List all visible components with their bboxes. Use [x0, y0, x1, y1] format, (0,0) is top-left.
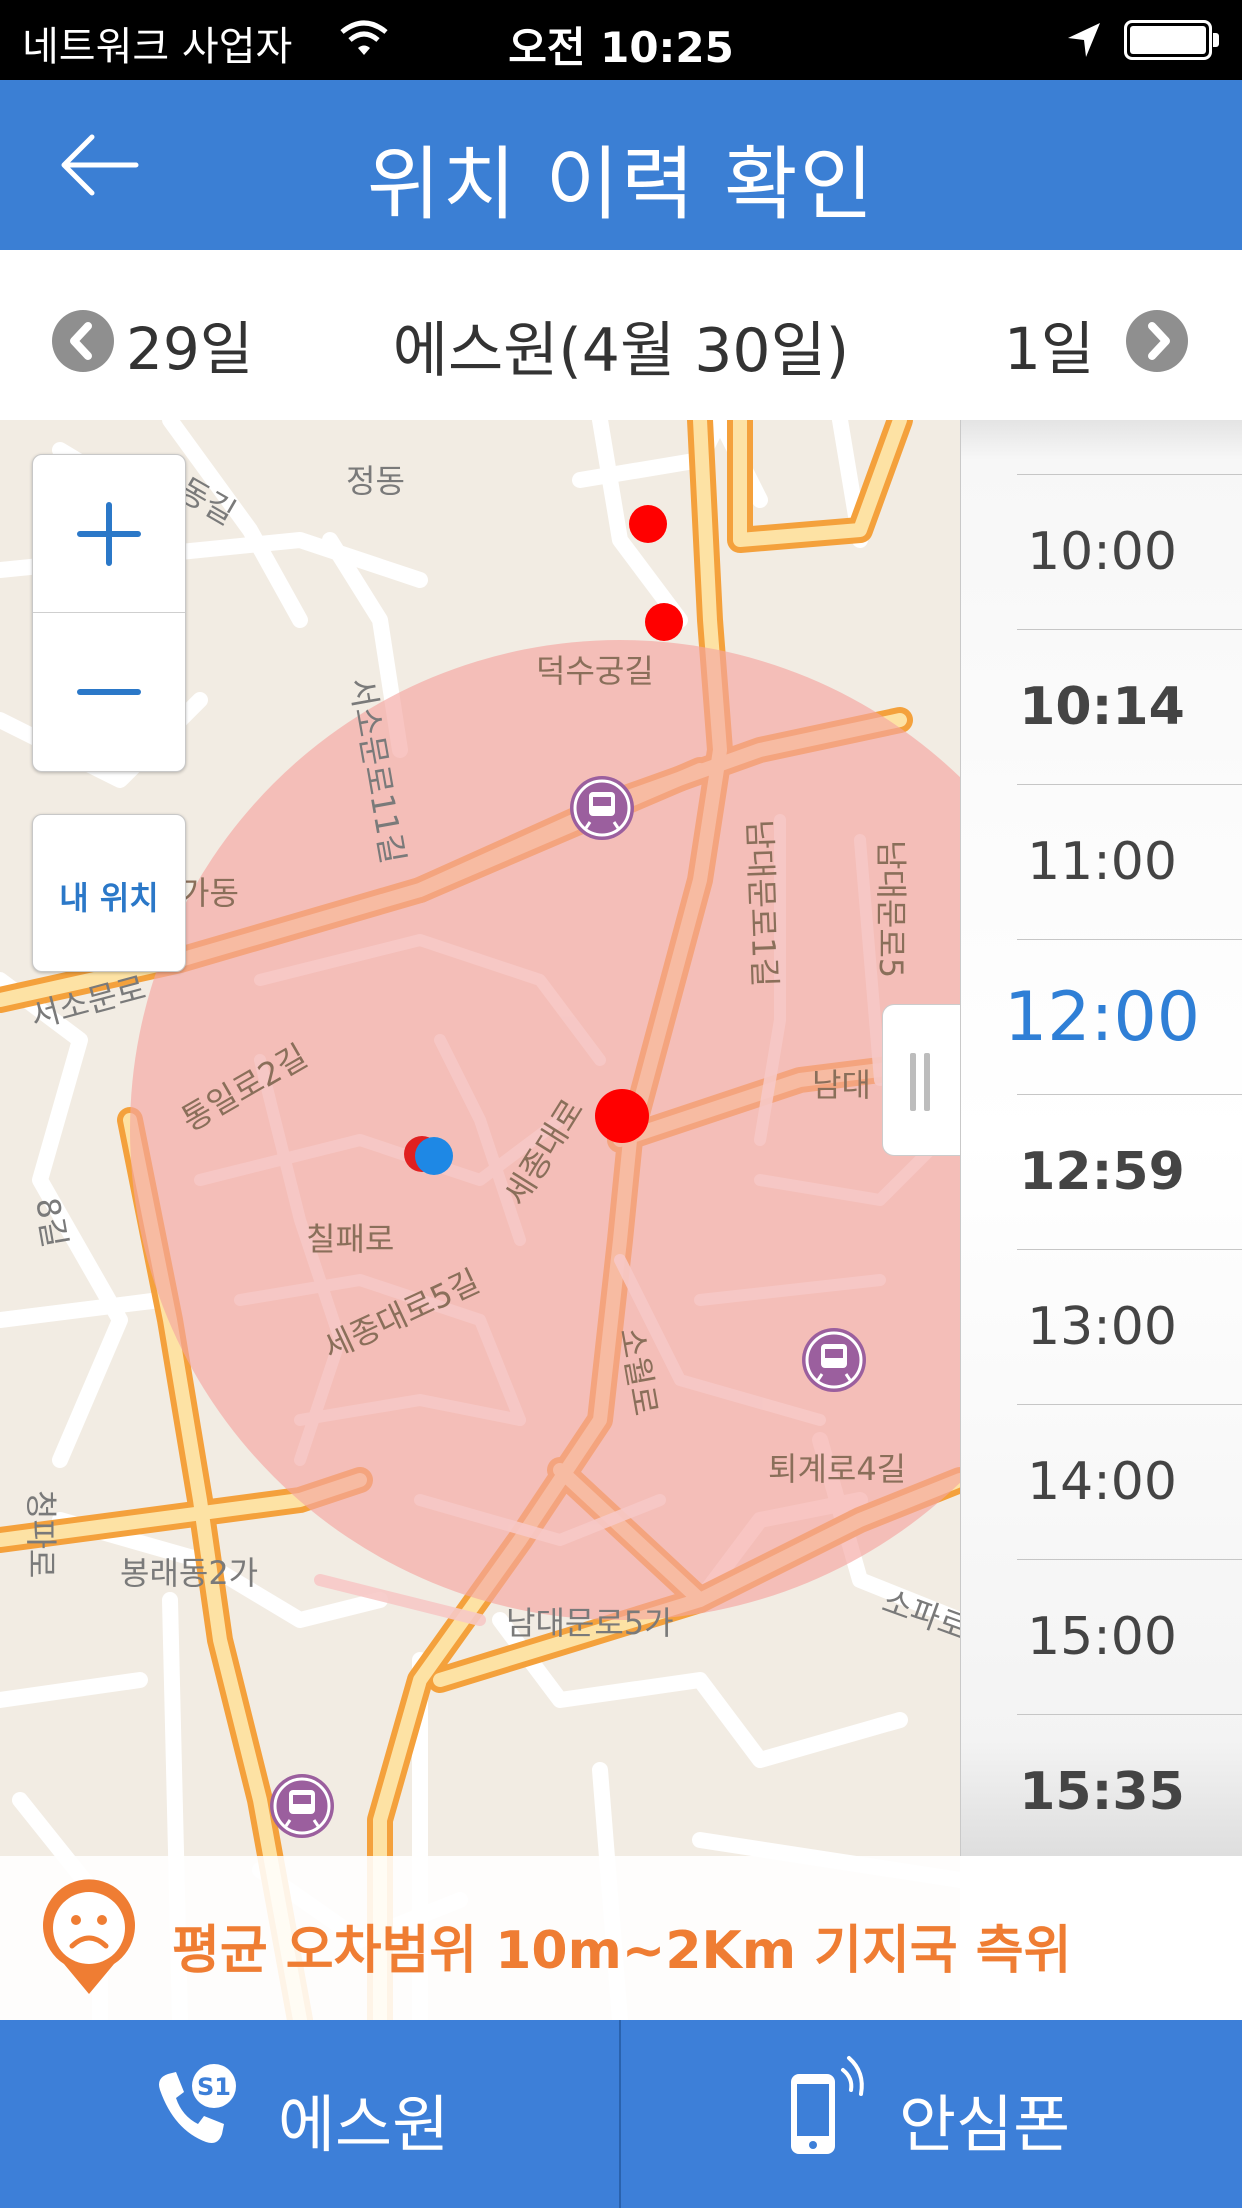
- tab-s1-label: 에스원: [278, 2088, 450, 2161]
- phone-s1-icon: S1: [159, 2064, 236, 2143]
- status-bar: 네트워크 사업자 오전 10:25: [0, 0, 1242, 80]
- grip-line: [910, 1053, 916, 1111]
- accuracy-banner: 평균 오차범위 10m~2Km 기지국 측위: [0, 1856, 1242, 2020]
- time-item[interactable]: 10:14: [961, 630, 1242, 785]
- tab-safe-phone-label: 안심폰: [899, 2088, 1071, 2161]
- battery-icon: [1124, 20, 1219, 60]
- time-item-selected[interactable]: 12:00: [961, 940, 1242, 1095]
- map-label: 남대: [812, 1066, 871, 1104]
- zoom-in-button[interactable]: [33, 455, 185, 613]
- tab-s1[interactable]: S1 에스원: [0, 2020, 620, 2208]
- panel-drag-handle[interactable]: [882, 1004, 960, 1156]
- map-label: 청파로: [22, 1490, 60, 1578]
- mobile-phone-icon: [791, 2056, 864, 2154]
- clock: 오전 10:25: [508, 23, 734, 72]
- next-day-button[interactable]: [1126, 310, 1188, 372]
- map-label: 남대문로5가: [506, 1604, 674, 1642]
- time-item[interactable]: 11:00: [961, 785, 1242, 940]
- map-label: 남대문로1길: [740, 819, 784, 988]
- current-location-point[interactable]: [415, 1137, 453, 1175]
- svg-text:S1: S1: [197, 2073, 231, 2101]
- plus-icon: [77, 502, 141, 566]
- next-day-label[interactable]: 1일: [1004, 302, 1094, 386]
- time-item[interactable]: 13:00: [961, 1250, 1242, 1405]
- chevron-right-icon: [1148, 322, 1170, 360]
- history-point[interactable]: [645, 603, 683, 641]
- time-list[interactable]: 10:00 10:14 11:00 12:00 12:59 13:00 14:0…: [960, 420, 1242, 1856]
- map-label: 봉래동2가: [120, 1554, 258, 1592]
- accuracy-text: 평균 오차범위 10m~2Km 기지국 측위: [172, 1921, 1072, 1981]
- map-label: 남대문로5: [872, 840, 910, 978]
- time-item[interactable]: 10:00: [961, 475, 1242, 630]
- map-label: 소파로: [877, 1582, 960, 1648]
- map-label: 가동: [180, 874, 239, 912]
- time-item[interactable]: 15:00: [961, 1560, 1242, 1715]
- grip-line: [924, 1053, 930, 1111]
- tab-safe-phone[interactable]: 안심폰: [621, 2020, 1241, 2208]
- history-point[interactable]: [629, 505, 667, 543]
- map-label: 8길: [28, 1195, 74, 1251]
- app-header: 위치 이력 확인: [0, 80, 1242, 250]
- page-title: 위치 이력 확인: [366, 138, 876, 231]
- map-label: 덕수궁길: [536, 652, 654, 690]
- date-navigator: 29일 에스원(4월 30일) 1일: [0, 250, 1242, 420]
- time-item[interactable]: 12:59: [961, 1095, 1242, 1250]
- sad-face-pin-icon: [34, 1878, 144, 2002]
- minus-icon: [77, 689, 141, 695]
- bottom-tab-bar: S1 에스원 안심폰: [0, 2020, 1242, 2208]
- my-location-button[interactable]: 내 위치: [32, 814, 186, 972]
- zoom-control: [32, 454, 186, 772]
- map-label: 퇴계로4길: [768, 1450, 906, 1488]
- time-item[interactable]: 15:35: [961, 1715, 1242, 1856]
- map-label: 칠패로: [306, 1220, 394, 1258]
- my-location-label: 내 위치: [59, 879, 159, 917]
- map-label: 정동: [346, 462, 405, 500]
- history-point-selected[interactable]: [595, 1089, 649, 1143]
- zoom-out-button[interactable]: [33, 613, 185, 771]
- location-arrow-icon: [1064, 20, 1104, 64]
- time-item[interactable]: 14:00: [961, 1405, 1242, 1560]
